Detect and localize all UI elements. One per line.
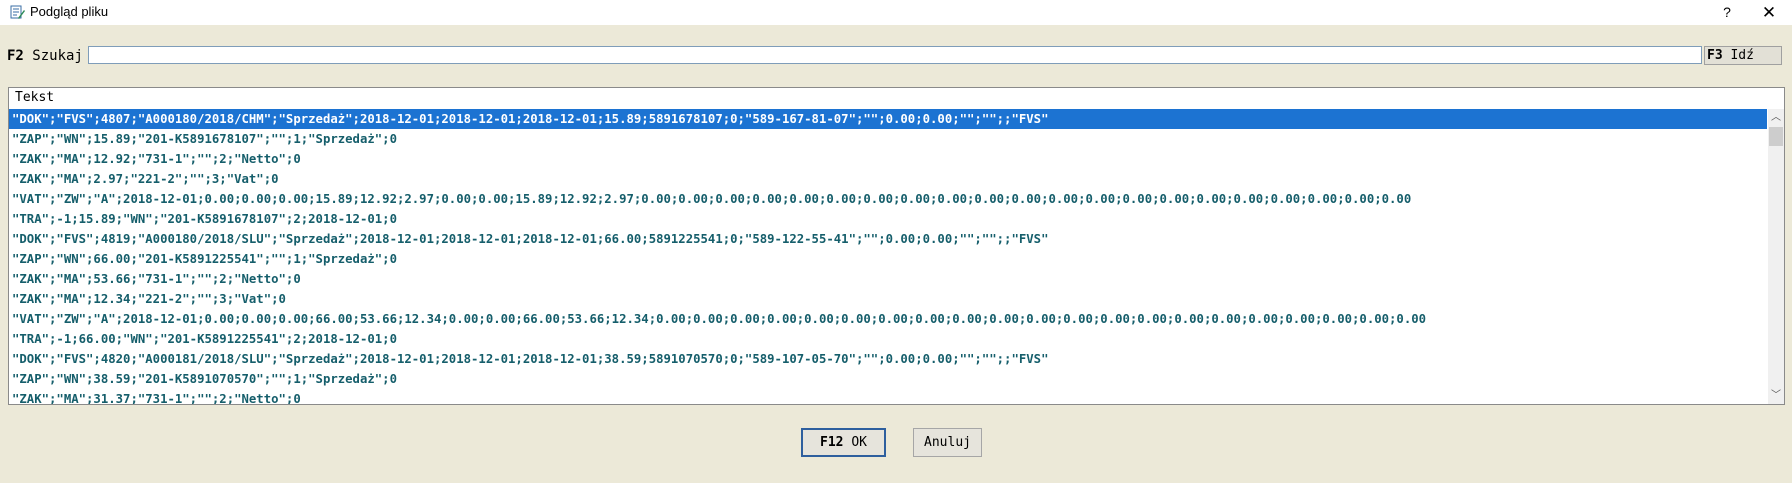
list-item[interactable]: "ZAK";"MA";12.92;"731-1";"";2;"Netto";0 bbox=[9, 149, 1767, 169]
list-item[interactable]: "VAT";"ZW";"A";2018-12-01;0.00;0.00;0.00… bbox=[9, 309, 1767, 329]
column-header-text[interactable]: Tekst bbox=[9, 88, 1768, 108]
list-item[interactable]: "DOK";"FVS";4820;"A000181/2018/SLU";"Spr… bbox=[9, 349, 1767, 369]
list-item[interactable]: "ZAP";"WN";66.00;"201-K5891225541";"";1;… bbox=[9, 249, 1767, 269]
goto-label: Idź bbox=[1730, 48, 1754, 63]
rows-container: "DOK";"FVS";4807;"A000180/2018/CHM";"Spr… bbox=[9, 109, 1767, 404]
title-bar: Podgląd pliku ? ✕ bbox=[0, 0, 1792, 25]
vertical-scrollbar[interactable]: ︿ ﹀ bbox=[1768, 109, 1784, 404]
list-item[interactable]: "TRA";-1;66.00;"WN";"201-K5891225541";2;… bbox=[9, 329, 1767, 349]
search-label: F2 Szukaj bbox=[7, 48, 83, 64]
close-button[interactable]: ✕ bbox=[1752, 0, 1786, 25]
search-shortcut-key: F2 bbox=[7, 48, 24, 64]
list-item[interactable]: "ZAP";"WN";38.59;"201-K5891070570";"";1;… bbox=[9, 369, 1767, 389]
list-item[interactable]: "ZAK";"MA";31.37;"731-1";"";2;"Netto";0 bbox=[9, 389, 1767, 404]
search-input[interactable] bbox=[88, 46, 1702, 64]
goto-button[interactable]: F3 Idź bbox=[1704, 46, 1782, 65]
ok-shortcut-key: F12 bbox=[820, 435, 844, 450]
list-item[interactable]: "VAT";"ZW";"A";2018-12-01;0.00;0.00;0.00… bbox=[9, 189, 1767, 209]
list-item[interactable]: "DOK";"FVS";4819;"A000180/2018/SLU";"Spr… bbox=[9, 229, 1767, 249]
document-edit-icon bbox=[10, 5, 25, 19]
list-item[interactable]: "ZAK";"MA";53.66;"731-1";"";2;"Netto";0 bbox=[9, 269, 1767, 289]
help-button[interactable]: ? bbox=[1714, 1, 1740, 23]
scroll-up-arrow-icon[interactable]: ︿ bbox=[1768, 109, 1784, 126]
file-preview-list[interactable]: Tekst "DOK";"FVS";4807;"A000180/2018/CHM… bbox=[8, 87, 1785, 405]
scroll-down-arrow-icon[interactable]: ﹀ bbox=[1768, 387, 1784, 404]
search-label-text: Szukaj bbox=[32, 48, 83, 64]
list-item[interactable]: "ZAP";"WN";15.89;"201-K5891678107";"";1;… bbox=[9, 129, 1767, 149]
window-title: Podgląd pliku bbox=[30, 4, 109, 19]
list-item[interactable]: "DOK";"FVS";4807;"A000180/2018/CHM";"Spr… bbox=[9, 109, 1767, 129]
goto-shortcut-key: F3 bbox=[1707, 48, 1723, 63]
list-item[interactable]: "ZAK";"MA";2.97;"221-2";"";3;"Vat";0 bbox=[9, 169, 1767, 189]
ok-label: OK bbox=[851, 435, 867, 450]
ok-button[interactable]: F12 OK bbox=[801, 428, 886, 457]
cancel-button[interactable]: Anuluj bbox=[913, 428, 982, 457]
list-item[interactable]: "ZAK";"MA";12.34;"221-2";"";3;"Vat";0 bbox=[9, 289, 1767, 309]
scroll-thumb[interactable] bbox=[1769, 127, 1783, 146]
list-item[interactable]: "TRA";-1;15.89;"WN";"201-K5891678107";2;… bbox=[9, 209, 1767, 229]
